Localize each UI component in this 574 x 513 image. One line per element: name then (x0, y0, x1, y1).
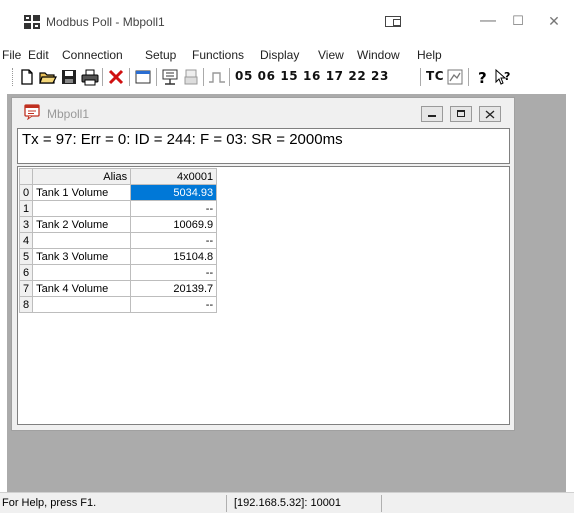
table-row[interactable]: 1 -- (18, 200, 218, 217)
register-grid: Alias 4x0001 0 Tank 1 Volume 5034.93 1 -… (17, 166, 510, 425)
alias-cell[interactable]: Tank 4 Volume (32, 280, 132, 297)
value-cell[interactable]: 10069.9 (130, 216, 218, 233)
table-row[interactable]: 7 Tank 4 Volume 20139.7 (18, 280, 218, 297)
menu-setup[interactable]: Setup (145, 48, 176, 62)
table-row[interactable]: 4 -- (18, 232, 218, 249)
print-icon[interactable] (81, 68, 99, 86)
alias-cell[interactable]: Tank 2 Volume (32, 216, 132, 233)
help-hint-text: For Help, press F1. (2, 497, 97, 509)
toolbar-separator (229, 68, 230, 86)
toolbar-separator (203, 68, 204, 86)
chart-icon[interactable] (446, 68, 464, 86)
status-separator (226, 495, 227, 512)
menu-file[interactable]: File (2, 48, 21, 62)
restore-view-icon[interactable] (385, 16, 401, 27)
mbpoll1-child-window: Mbpoll1 Tx = 97: Err = 0: ID = 244: F = … (11, 97, 515, 431)
row-number-header (18, 168, 34, 185)
toolbar-separator (156, 68, 157, 86)
poll-status-text: Tx = 97: Err = 0: ID = 244: F = 03: SR =… (22, 131, 343, 148)
value-cell[interactable]: 20139.7 (130, 280, 218, 297)
menu-help[interactable]: Help (417, 48, 442, 62)
register-table: Alias 4x0001 0 Tank 1 Volume 5034.93 1 -… (18, 168, 218, 313)
new-file-icon[interactable] (18, 68, 36, 86)
row-number: 1 (18, 200, 34, 217)
table-row[interactable]: 8 -- (18, 296, 218, 313)
menu-display[interactable]: Display (260, 48, 299, 62)
row-number: 4 (18, 232, 34, 249)
delete-icon[interactable] (107, 68, 125, 86)
toolbar-separator (420, 68, 421, 86)
menu-edit[interactable]: Edit (28, 48, 49, 62)
alias-cell[interactable] (32, 264, 132, 281)
pulse-icon[interactable] (208, 68, 226, 86)
function-codes-buttons[interactable]: 05 06 15 16 17 22 23 (235, 69, 389, 83)
toolbar: 05 06 15 16 17 22 23 TC ? ? (0, 64, 574, 88)
close-button[interactable]: ✕ (544, 11, 564, 31)
toolbar-grip[interactable] (12, 68, 14, 86)
disconnect-icon[interactable] (182, 68, 200, 86)
alias-cell[interactable] (32, 232, 132, 249)
child-close-button[interactable] (479, 106, 501, 122)
help-icon[interactable]: ? (474, 68, 492, 86)
table-row[interactable]: 3 Tank 2 Volume 10069.9 (18, 216, 218, 233)
menu-view[interactable]: View (318, 48, 344, 62)
value-cell-selected[interactable]: 5034.93 (130, 184, 218, 201)
title-bar: Modbus Poll - Mbpoll1 — ☐ ✕ (0, 0, 574, 44)
alias-column-header[interactable]: Alias (32, 168, 132, 185)
row-number: 0 (18, 184, 34, 201)
row-number: 5 (18, 248, 34, 265)
table-header-row: Alias 4x0001 (18, 168, 218, 185)
toolbar-separator (102, 68, 103, 86)
tc-button[interactable]: TC (426, 69, 444, 83)
table-row[interactable]: 6 -- (18, 264, 218, 281)
toolbar-separator (468, 68, 469, 86)
open-folder-icon[interactable] (39, 68, 57, 86)
value-cell[interactable]: -- (130, 296, 218, 313)
alias-cell[interactable]: Tank 1 Volume (32, 184, 132, 201)
value-cell[interactable]: -- (130, 200, 218, 217)
menu-window[interactable]: Window (357, 48, 400, 62)
status-bar: For Help, press F1. [192.168.5.32]: 1000… (0, 492, 574, 513)
menu-functions[interactable]: Functions (192, 48, 244, 62)
toolbar-separator (129, 68, 130, 86)
app-icon (24, 15, 40, 29)
window-title: Modbus Poll - Mbpoll1 (46, 15, 165, 29)
child-maximize-button[interactable] (450, 106, 472, 122)
minimize-button[interactable]: — (478, 11, 498, 31)
poll-status-line: Tx = 97: Err = 0: ID = 244: F = 03: SR =… (17, 128, 510, 164)
value-cell[interactable]: 15104.8 (130, 248, 218, 265)
alias-cell[interactable] (32, 296, 132, 313)
status-separator (381, 495, 382, 512)
child-title-bar[interactable]: Mbpoll1 (12, 98, 514, 124)
row-number: 7 (18, 280, 34, 297)
svg-text:?: ? (504, 70, 510, 83)
menu-connection[interactable]: Connection (62, 48, 123, 62)
window-icon[interactable] (134, 68, 152, 86)
connect-icon[interactable] (161, 68, 179, 86)
value-cell[interactable]: -- (130, 232, 218, 249)
row-number: 3 (18, 216, 34, 233)
table-row[interactable]: 0 Tank 1 Volume 5034.93 (18, 184, 218, 201)
child-window-title: Mbpoll1 (47, 107, 90, 121)
save-icon[interactable] (60, 68, 78, 86)
alias-cell[interactable] (32, 200, 132, 217)
address-column-header[interactable]: 4x0001 (130, 168, 218, 185)
context-help-icon[interactable]: ? (494, 68, 512, 86)
maximize-button[interactable]: ☐ (508, 11, 528, 31)
svg-text:?: ? (478, 69, 487, 86)
row-number: 6 (18, 264, 34, 281)
table-row[interactable]: 5 Tank 3 Volume 15104.8 (18, 248, 218, 265)
connection-status-text: [192.168.5.32]: 10001 (234, 497, 342, 509)
value-cell[interactable]: -- (130, 264, 218, 281)
alias-cell[interactable]: Tank 3 Volume (32, 248, 132, 265)
menu-bar: File Edit Connection Setup Functions Dis… (0, 44, 574, 64)
mbpoll-doc-icon (24, 104, 40, 120)
row-number: 8 (18, 296, 34, 313)
child-minimize-button[interactable] (421, 106, 443, 122)
